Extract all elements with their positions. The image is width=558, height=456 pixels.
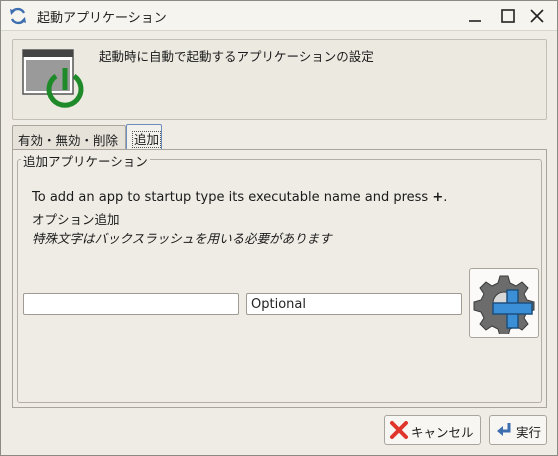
minimize-icon[interactable] [465,6,485,26]
optional-args-input[interactable] [246,293,462,315]
close-icon[interactable] [527,6,547,26]
cancel-button[interactable]: キャンセル [384,415,481,445]
refresh-icon [8,6,28,26]
escape-note-text: 特殊文字はバックスラッシュを用いる必要があります [32,231,332,246]
add-application-group: 追加アプリケーション To add an app to startup type… [17,151,542,403]
instruction-suffix: . [443,190,448,205]
command-input[interactable] [23,293,239,315]
cancel-label: キャンセル [411,425,474,440]
power-window-icon [21,46,87,112]
startup-apps-window: 起動アプリケーション 起動時に自動で起動するアプリケーションの設定 有効・無効・… [0,0,558,456]
run-label: 実行 [516,425,542,440]
maximize-icon[interactable] [498,6,518,26]
options-text: オプション追加 [32,212,120,227]
header-description: 起動時に自動で起動するアプリケーションの設定 [99,49,374,64]
gear-plus-icon [473,275,535,334]
instruction-text: To add an app to startup type its execut… [32,190,447,205]
run-button[interactable]: 実行 [489,415,547,445]
add-tab-page: 追加アプリケーション To add an app to startup type… [12,149,547,408]
window-title: 起動アプリケーション [37,11,167,26]
instruction-prefix: To add an app to startup type its execut… [32,190,433,205]
tab-label: 有効・無効・削除 [18,133,119,148]
instruction-plus: + [432,190,444,205]
tab-label: 追加 [132,131,162,148]
add-application-button[interactable] [469,268,539,338]
red-x-icon [389,420,409,440]
group-title: 追加アプリケーション [21,151,150,170]
tab-add[interactable]: 追加 [126,124,162,150]
title-bar: 起動アプリケーション [1,1,557,31]
enter-arrow-icon [494,420,514,440]
tab-enable-disable-delete[interactable]: 有効・無効・削除 [12,125,126,149]
header-panel: 起動時に自動で起動するアプリケーションの設定 [12,39,547,120]
